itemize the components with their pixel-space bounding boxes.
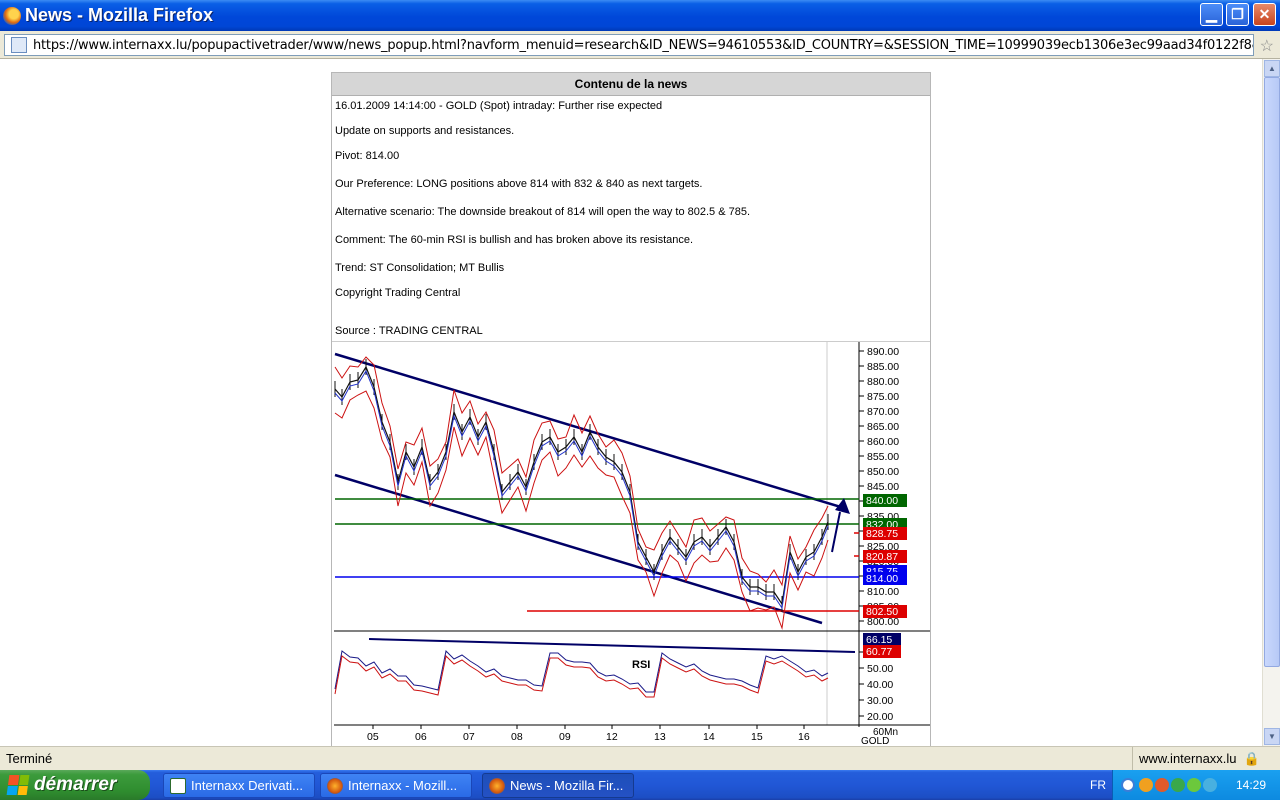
price-tick-label: 860.00 [867,436,899,448]
excel-icon [170,777,186,794]
rsi-tick-label: 50.00 [867,663,893,675]
url-text: https://www.internaxx.lu/popupactivetrad… [33,37,1254,53]
price-tick-label: 890.00 [867,346,899,358]
status-text: Terminé [6,751,53,766]
price-tick-label: 810.00 [867,586,899,598]
level-tag-label: 802.50 [866,606,898,618]
scroll-down-icon[interactable]: ▼ [1264,728,1280,745]
price-tick-label: 850.00 [867,466,899,478]
taskbar: démarrer Internaxx Derivati... Internaxx… [0,770,1280,800]
news-headline: 16.01.2009 14:14:00 - GOLD (Spot) intrad… [335,100,663,112]
rsi-label: RSI [632,659,650,671]
rsi-tick-label: 30.00 [867,695,893,707]
news-source: Source : TRADING CENTRAL [335,325,483,337]
news-panel: Contenu de la news 16.01.2009 14:14:00 -… [331,72,931,746]
price-series-line [334,365,829,606]
level-tag-label: 828.75 [866,528,898,540]
windows-logo-icon [6,775,30,795]
x-axis-label: 15 [751,731,763,743]
x-axis-label: 08 [511,731,523,743]
level-tag-label: 820.87 [866,551,898,563]
x-axis-label: 06 [415,731,427,743]
rsi-tick-label: 40.00 [867,679,893,691]
start-button[interactable]: démarrer [0,770,150,800]
price-tick-label: 880.00 [867,376,899,388]
price-tick-label: 855.00 [867,451,899,463]
news-alternative: Alternative scenario: The downside break… [335,206,751,218]
x-axis-label: 13 [654,731,666,743]
x-axis-label: 07 [463,731,475,743]
instrument-label: GOLD [861,736,889,746]
firefox-icon [3,6,21,25]
firefox-task-icon [327,777,343,794]
address-bar: https://www.internaxx.lu/popupactivetrad… [0,31,1280,59]
task-label-1: Internaxx Derivati... [191,778,303,793]
lower-band-line [334,390,829,630]
bookmark-star-icon[interactable]: ☆ [1260,36,1274,56]
task-excel[interactable]: Internaxx Derivati... [163,773,315,798]
task-label-3: News - Mozilla Fir... [510,778,624,793]
news-pivot: Pivot: 814.00 [335,150,400,162]
tray-icon-1[interactable] [1139,778,1153,792]
price-tick-label: 875.00 [867,391,899,403]
rsi-line [334,649,829,693]
x-axis-label: 14 [703,731,715,743]
status-bar: Terminé www.internaxx.lu 🔒 [0,746,1280,770]
rsi-level-tag-label: 66.15 [866,634,892,646]
minimize-button[interactable]: ▁ [1200,3,1223,26]
status-host: www.internaxx.lu 🔒 [1132,747,1262,770]
messenger-icon[interactable] [1187,778,1201,792]
page-icon [11,37,27,53]
language-indicator[interactable]: FR [1090,778,1106,792]
news-update: Update on supports and resistances. [335,125,515,137]
x-axis-label: 09 [559,731,571,743]
rsi-level-tag-label: 60.77 [866,646,892,658]
tray-icon-2[interactable] [1155,778,1169,792]
start-label: démarrer [34,774,117,795]
window-title-bar[interactable]: News - Mozilla Firefox ▁ ❐ ✕ [0,0,1280,31]
status-host-text: www.internaxx.lu [1139,751,1237,766]
rsi-tick-label: 20.00 [867,711,893,723]
price-tick-label: 870.00 [867,406,899,418]
maximize-button[interactable]: ❐ [1226,3,1249,26]
page-content: Contenu de la news 16.01.2009 14:14:00 -… [0,59,1262,746]
vertical-scrollbar[interactable]: ▲ ▼ [1262,59,1280,746]
scroll-up-icon[interactable]: ▲ [1264,60,1280,77]
news-comment: Comment: The 60-min RSI is bullish and h… [335,234,694,246]
x-axis-label: 05 [367,731,379,743]
gold-chart-image: 890.00 885.00 880.00 875.00 870.00 865.00 860.… [332,341,930,746]
system-tray: 14:29 [1112,770,1280,800]
news-trend: Trend: ST Consolidation; MT Bullis [335,262,505,274]
url-field[interactable]: https://www.internaxx.lu/popupactivetrad… [4,34,1254,56]
lock-icon[interactable]: 🔒 [1244,751,1260,767]
clock: 14:29 [1235,778,1266,792]
news-copyright: Copyright Trading Central [335,287,461,299]
level-tag-label: 840.00 [866,495,898,507]
news-header: Contenu de la news [332,73,930,96]
scroll-thumb[interactable] [1264,77,1280,667]
x-axis-label: 12 [606,731,618,743]
firefox-task-icon [489,777,505,794]
task-label-2: Internaxx - Mozill... [348,778,458,793]
tray-arrow-icon[interactable] [1121,778,1135,792]
window-title: News - Mozilla Firefox [25,5,214,25]
price-tick-label: 845.00 [867,481,899,493]
network-icon[interactable] [1203,778,1217,792]
tray-icon-3[interactable] [1171,778,1185,792]
level-tag-label: 814.00 [866,573,898,585]
gold-chart-svg: 890.00 885.00 880.00 875.00 870.00 865.00 860.… [334,342,930,746]
close-button[interactable]: ✕ [1253,3,1276,26]
price-tick-label: 865.00 [867,421,899,433]
x-axis-label: 16 [798,731,810,743]
price-tick-label: 885.00 [867,361,899,373]
task-firefox-news[interactable]: News - Mozilla Fir... [482,773,634,798]
news-preference: Our Preference: LONG positions above 814… [335,178,703,190]
task-firefox-internaxx[interactable]: Internaxx - Mozill... [320,773,472,798]
